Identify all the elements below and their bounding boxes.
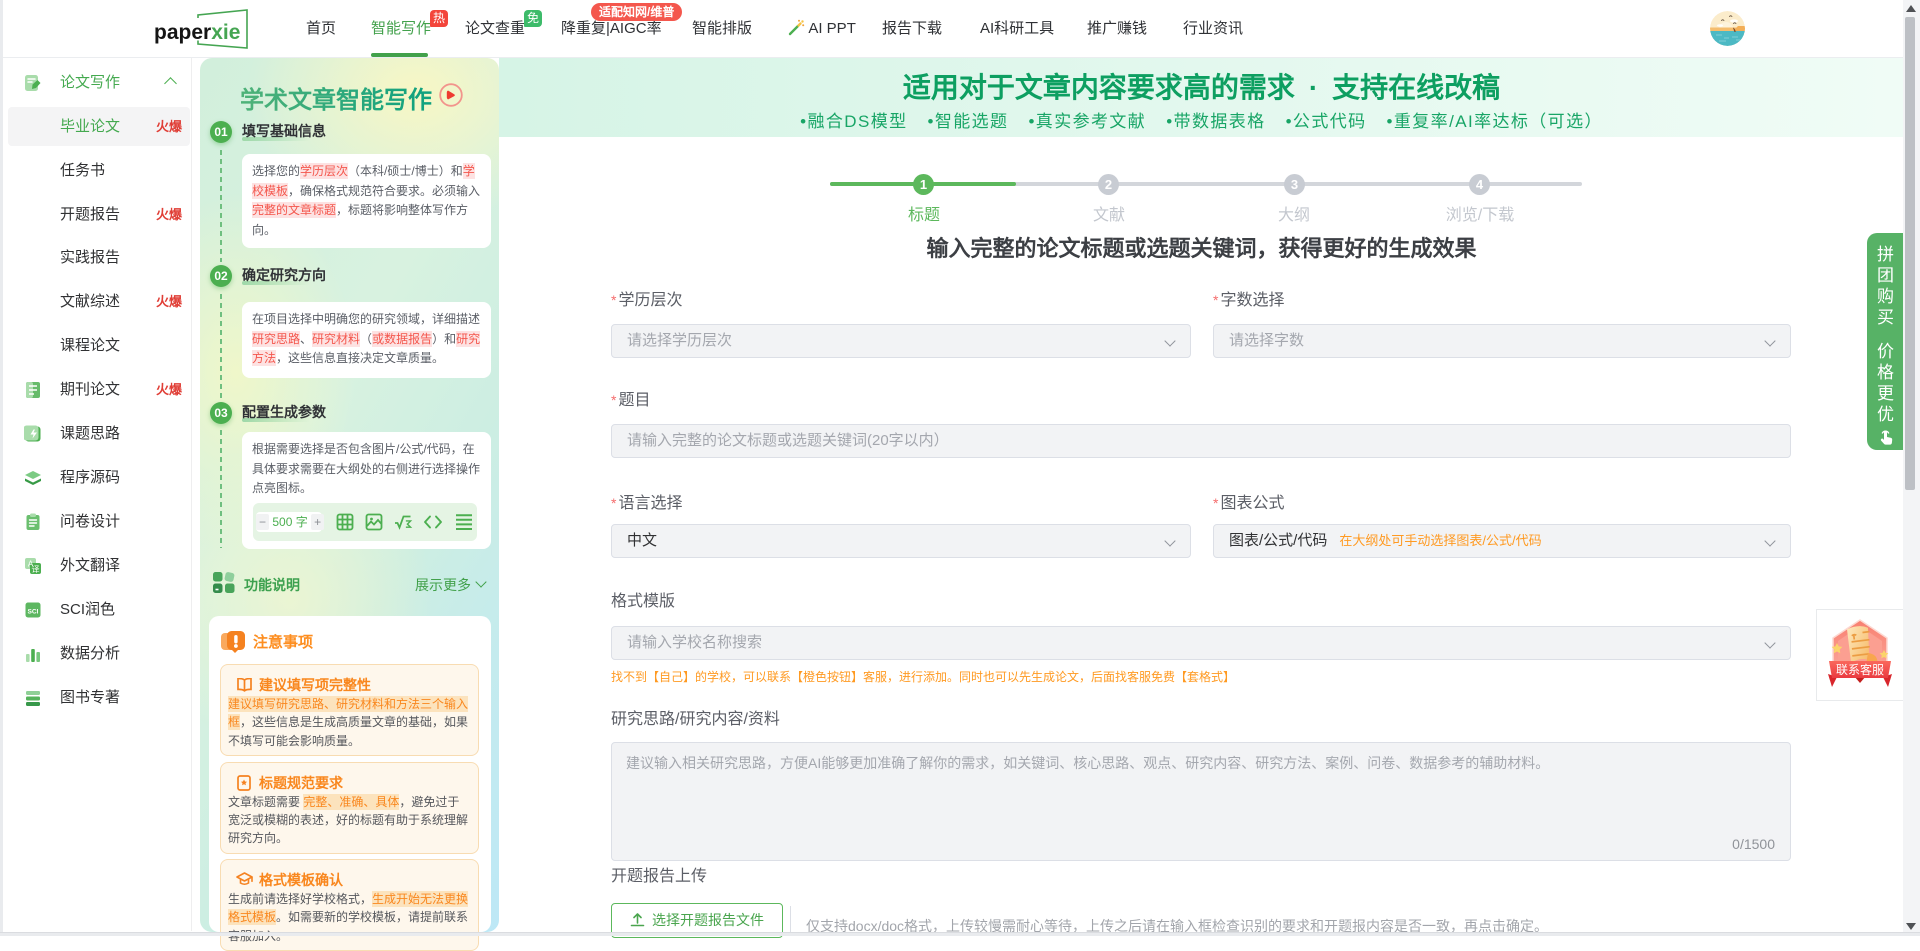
svg-text:联系客服: 联系客服 [1836, 662, 1884, 677]
svg-text:A: A [28, 560, 34, 569]
svg-text:SCI: SCI [28, 608, 39, 615]
